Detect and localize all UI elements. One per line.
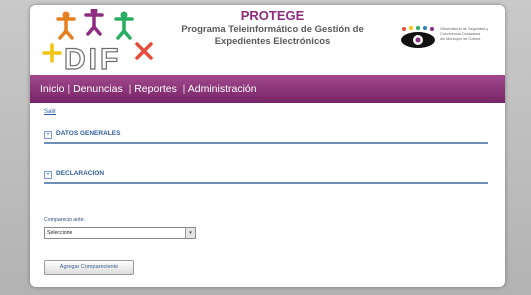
nav-separator: | <box>182 83 186 95</box>
nav-inicio[interactable]: Inicio <box>40 83 65 95</box>
observatory-logo <box>401 26 435 48</box>
app-subtitle-2: Expedientes Electrónicos <box>214 36 331 47</box>
dif-logo: DIF <box>42 9 153 71</box>
chevron-down-icon[interactable]: ▾ <box>185 228 195 238</box>
section-datos-generales[interactable]: + DATOS GENERALES <box>44 128 488 144</box>
section-declaracion[interactable]: + DECLARACION <box>44 168 488 184</box>
expand-icon[interactable]: + <box>44 171 52 179</box>
select-value: Seleccione <box>47 230 73 236</box>
nav-separator: | <box>67 83 71 95</box>
observatory-text: Observatorio de Seguridad y Convivencia … <box>440 27 489 41</box>
nav-administracion[interactable]: Administración <box>188 83 257 95</box>
nav-reportes[interactable]: Reportes <box>134 83 177 95</box>
section-divider <box>44 182 488 184</box>
nav-separator: | <box>128 83 132 95</box>
main-panel: DIF PROTEGE Programa Teleinformático de … <box>30 5 505 287</box>
section-label: DECLARACION <box>56 170 105 177</box>
logout-link[interactable]: Salir <box>44 109 56 115</box>
comparecio-select[interactable]: Seleccione ▾ <box>44 227 196 239</box>
header: DIF PROTEGE Programa Teleinformático de … <box>30 5 505 75</box>
dif-logo-text: DIF <box>64 43 121 71</box>
section-label: DATOS GENERALES <box>56 130 121 137</box>
main-nav: Inicio | Denuncias | Reportes | Administ… <box>30 75 505 103</box>
expand-icon[interactable]: + <box>44 131 52 139</box>
section-divider <box>44 142 488 144</box>
app-subtitle-1: Programa Teleinformático de Gestión de <box>181 24 364 35</box>
comparecio-label: Comparecio ante: <box>44 217 85 223</box>
add-compareciente-button[interactable]: Agregar Compareciente <box>44 260 134 275</box>
app-title: PROTEGE <box>240 8 305 23</box>
app-title-block: PROTEGE Programa Teleinformático de Gest… <box>170 8 375 48</box>
nav-denuncias[interactable]: Denuncias <box>73 83 123 95</box>
